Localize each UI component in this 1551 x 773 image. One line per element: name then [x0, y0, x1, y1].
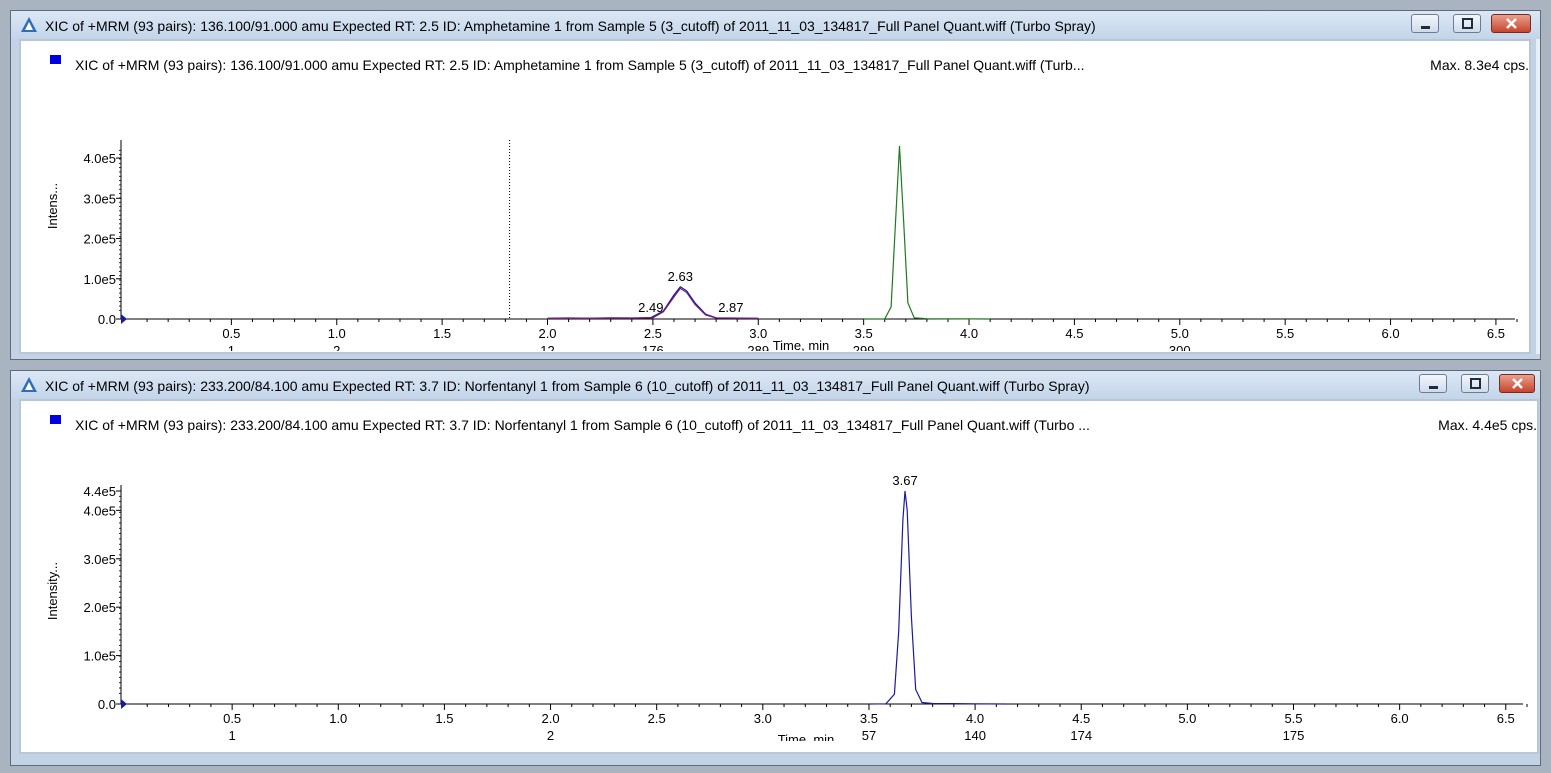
y-axis-label: Intens...	[45, 183, 60, 229]
restore-icon	[1462, 18, 1473, 29]
y-tick-label: 2.0e5	[83, 232, 116, 247]
y-tick-label: 4.0e5	[83, 151, 116, 166]
y-tick-label: 2.0e5	[83, 600, 116, 615]
scan-number-label: 175	[1283, 728, 1305, 741]
window-title: XIC of +MRM (93 pairs): 233.200/84.100 a…	[45, 378, 1090, 394]
x-tick-label: 6.5	[1497, 711, 1515, 726]
restore-button[interactable]	[1461, 374, 1489, 393]
y-tick-label: 3.0e5	[83, 552, 116, 567]
x-tick-label: 6.5	[1487, 326, 1505, 341]
scan-number-label: 299	[853, 343, 875, 351]
peak-rt-label: 3.67	[892, 473, 917, 488]
x-tick-label: 3.0	[749, 326, 767, 341]
x-tick-label: 5.5	[1276, 326, 1294, 341]
x-tick-label: 3.5	[860, 711, 878, 726]
restore-icon	[1470, 378, 1481, 389]
scan-number-label: 2	[547, 728, 554, 741]
close-icon	[1506, 18, 1517, 29]
scan-number-label: 2	[333, 343, 340, 351]
x-tick-label: 1.0	[329, 711, 347, 726]
scan-number-label: 176	[642, 343, 664, 351]
x-tick-label: 5.5	[1284, 711, 1302, 726]
y-tick-label: 0.0	[98, 697, 116, 712]
scan-number-label: 1	[229, 728, 236, 741]
peak-rt-label: 2.49	[638, 300, 663, 315]
x-axis-label: Time, min	[773, 338, 830, 351]
plot-area-2[interactable]: XIC of +MRM (93 pairs): 233.200/84.100 a…	[19, 399, 1539, 754]
chromatogram-trace-3	[863, 145, 991, 320]
peak-rt-label: 2.63	[668, 269, 693, 284]
plot-area-1[interactable]: XIC of +MRM (93 pairs): 136.100/91.000 a…	[19, 39, 1531, 354]
x-tick-label: 1.5	[435, 711, 453, 726]
scan-number-label: 57	[862, 728, 876, 741]
x-tick-label: 2.0	[538, 326, 556, 341]
close-button[interactable]	[1499, 374, 1535, 393]
window-titlebar-2[interactable]: XIC of +MRM (93 pairs): 233.200/84.100 a…	[11, 371, 1540, 399]
close-icon	[1512, 378, 1523, 389]
y-tick-label: 1.0e5	[83, 272, 116, 287]
x-tick-label: 3.5	[855, 326, 873, 341]
x-tick-label: 2.0	[542, 711, 560, 726]
close-button[interactable]	[1491, 14, 1531, 33]
app-logo-icon	[21, 17, 37, 32]
xic-window-1: XIC of +MRM (93 pairs): 136.100/91.000 a…	[10, 10, 1541, 360]
x-tick-label: 5.0	[1178, 711, 1196, 726]
baseline-marker	[121, 314, 127, 324]
x-tick-label: 6.0	[1382, 326, 1400, 341]
scan-number-label: 12	[540, 343, 554, 351]
scroll-edge	[1536, 39, 1540, 354]
y-tick-label: 3.0e5	[83, 191, 116, 206]
y-tick-label: 4.4e5	[83, 484, 116, 499]
scan-number-label: 140	[964, 728, 986, 741]
x-tick-label: 4.0	[966, 711, 984, 726]
x-tick-label: 6.0	[1391, 711, 1409, 726]
x-tick-label: 3.0	[754, 711, 772, 726]
y-tick-label: 4.0e5	[83, 503, 116, 518]
chromatogram-chart[interactable]: Intens... Time, min 0.5 1.0 1.5 2.0 2.5 3.0 3.…	[21, 61, 1529, 351]
y-tick-label: 0.0	[98, 312, 116, 327]
baseline-marker	[121, 699, 127, 709]
x-tick-label: 1.0	[328, 326, 346, 341]
x-tick-label: 2.5	[644, 326, 662, 341]
x-axis-label: Time, min	[778, 732, 835, 741]
xic-window-2: XIC of +MRM (93 pairs): 233.200/84.100 a…	[10, 370, 1541, 766]
minimize-button[interactable]	[1411, 14, 1439, 33]
scan-number-label: 174	[1070, 728, 1092, 741]
window-title: XIC of +MRM (93 pairs): 136.100/91.000 a…	[45, 18, 1096, 34]
app-logo-icon	[21, 377, 37, 392]
minimize-icon	[1429, 386, 1438, 389]
restore-button[interactable]	[1453, 14, 1481, 33]
window-titlebar-1[interactable]: XIC of +MRM (93 pairs): 136.100/91.000 a…	[11, 11, 1540, 39]
x-tick-label: 4.0	[960, 326, 978, 341]
x-tick-label: 5.0	[1171, 326, 1189, 341]
minimize-button[interactable]	[1419, 374, 1447, 393]
minimize-icon	[1421, 26, 1430, 29]
x-tick-label: 2.5	[648, 711, 666, 726]
y-axis-label: Intensity...	[45, 562, 60, 620]
peak-rt-label: 2.87	[718, 300, 743, 315]
scan-number-label: 1	[228, 343, 235, 351]
x-tick-label: 4.5	[1072, 711, 1090, 726]
x-tick-label: 0.5	[223, 711, 241, 726]
x-tick-label: 0.5	[222, 326, 240, 341]
y-tick-label: 1.0e5	[83, 649, 116, 664]
chromatogram-chart[interactable]: Intensity... Time, min 0.5 1.0 1.5 2.0 2.5 3.…	[21, 421, 1537, 741]
scan-number-label: 300	[1169, 343, 1191, 351]
x-tick-label: 4.5	[1065, 326, 1083, 341]
scan-number-label: 289	[747, 343, 769, 351]
x-tick-label: 1.5	[433, 326, 451, 341]
chromatogram-trace-1	[868, 490, 1007, 705]
